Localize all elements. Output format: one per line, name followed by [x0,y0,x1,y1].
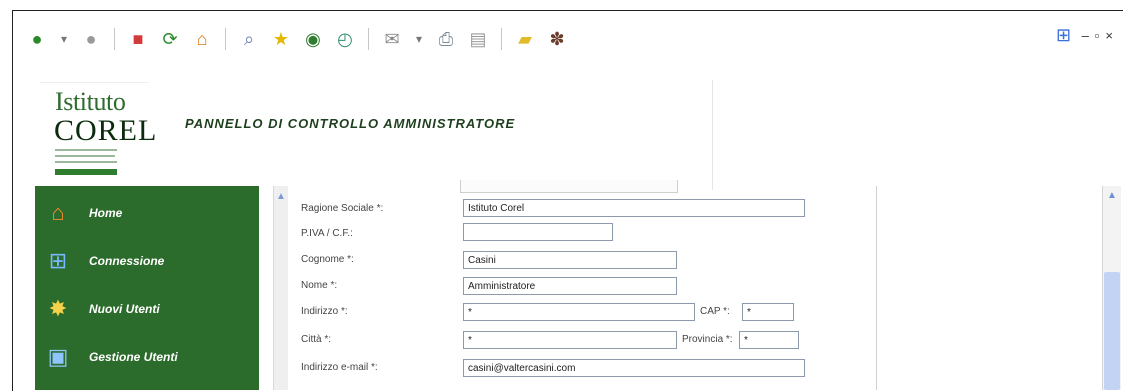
label-nome: Nome *: [301,280,338,291]
favorites-icon[interactable]: ★ [269,27,293,51]
label-ragione-sociale: Ragione Sociale *: [301,203,384,214]
history-icon[interactable]: ◴ [333,27,357,51]
provincia-input[interactable] [739,331,799,349]
cognome-input[interactable] [463,251,677,269]
label-email: Indirizzo e-mail *: [301,362,378,373]
maximize-button[interactable]: ▫ [1095,28,1100,43]
label-citta: Città *: [301,334,332,345]
label-indirizzo: Indirizzo *: [301,306,348,317]
mail-icon[interactable]: ✉ [380,27,404,51]
notes-icon[interactable]: ▰ [513,27,537,51]
dropdown-arrow-icon[interactable]: ▾ [57,27,71,51]
logo-rule [55,161,117,163]
forward-icon[interactable]: ● [79,27,103,51]
scroll-up-icon[interactable]: ▲ [1107,190,1117,201]
window-controls: ⊞ – ▫ × [1052,24,1113,46]
stop-icon[interactable]: ■ [126,27,150,51]
refresh-icon[interactable]: ⟳ [158,27,182,51]
brand-logo: Istituto COREL [40,82,156,177]
extension-icon[interactable]: ✽ [545,27,569,51]
user-form: Ragione Sociale *: P.IVA / C.F.: Cognome… [288,180,878,390]
label-cognome: Cognome *: [301,254,354,265]
label-cap: CAP *: [700,306,730,317]
toolbar-separator [368,28,369,50]
logo-rule [55,155,115,157]
indirizzo-input[interactable] [463,303,695,321]
new-user-icon: ✸ [48,296,68,321]
sidebar: ⌂ Home ⊞ Connessione ✸ Nuovi Utenti ▣ Ge… [35,186,259,390]
content-divider [876,186,877,390]
computer-users-icon: ▣ [47,344,69,369]
sidebar-item-label: Gestione Utenti [89,350,178,364]
network-icon: ⊞ [48,248,68,273]
logo-rule [55,149,117,151]
nome-input[interactable] [463,277,677,295]
print-icon[interactable]: ⎙ [434,27,458,51]
search-icon[interactable]: ⌕ [237,27,261,51]
back-icon[interactable]: ● [25,27,49,51]
field-remnant [460,180,678,193]
ragione-sociale-input[interactable] [463,199,805,217]
toolbar-separator [114,28,115,50]
scrollbar-thumb[interactable] [1104,272,1120,390]
logo-bar [55,169,117,175]
label-provincia: Provincia *: [682,334,733,345]
sidebar-item-label: Connessione [89,254,165,268]
house-icon: ⌂ [51,200,65,225]
label-piva: P.IVA / C.F.: [301,228,353,239]
sidebar-scrollbar[interactable]: ▲ [273,186,288,390]
toolbar-separator [501,28,502,50]
citta-input[interactable] [463,331,677,349]
close-button[interactable]: × [1105,28,1113,43]
piva-input[interactable] [463,223,613,241]
media-icon[interactable]: ◉ [301,27,325,51]
email-input[interactable] [463,359,805,377]
edit-icon[interactable]: ▤ [466,27,490,51]
dropdown-arrow-icon[interactable]: ▾ [412,27,426,51]
sidebar-item-label: Home [89,206,123,220]
home-icon[interactable]: ⌂ [190,27,214,51]
sidebar-item-gestione-utenti[interactable]: ▣ Gestione Utenti [35,338,259,376]
windows-logo-icon: ⊞ [1056,24,1072,45]
minimize-button[interactable]: – [1082,28,1089,43]
browser-toolbar: ● ▾ ● ■ ⟳ ⌂ ⌕ ★ ◉ ◴ ✉ ▾ ⎙ ▤ ▰ ✽ [25,20,569,58]
brand-line-1: Istituto [55,87,126,116]
page-scrollbar[interactable]: ▲ [1102,186,1121,390]
scroll-up-icon[interactable]: ▲ [276,191,286,202]
cap-input[interactable] [742,303,794,321]
sidebar-item-label: Nuovi Utenti [89,302,160,316]
brand-line-2: COREL [54,114,158,147]
toolbar-separator [225,28,226,50]
header-divider [712,80,713,190]
sidebar-item-home[interactable]: ⌂ Home [35,194,259,232]
page-title: PANNELLO DI CONTROLLO AMMINISTRATORE [185,116,516,131]
sidebar-item-connessione[interactable]: ⊞ Connessione [35,242,259,280]
sidebar-item-nuovi-utenti[interactable]: ✸ Nuovi Utenti [35,290,259,328]
